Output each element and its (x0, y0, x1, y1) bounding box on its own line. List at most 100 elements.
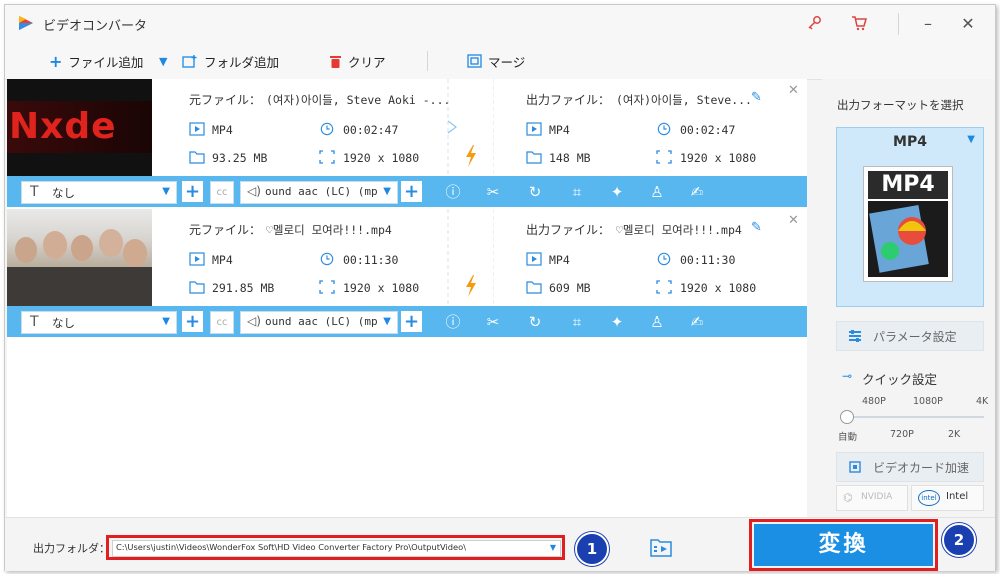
cart-icon[interactable] (850, 15, 868, 33)
info-icon[interactable]: ⓘ (443, 312, 463, 332)
convert-highlight: 変換 (749, 519, 938, 571)
video-thumbnail[interactable]: Nxde (7, 79, 152, 176)
effects-wand-icon[interactable]: ✦ (607, 312, 627, 332)
scissors-icon[interactable]: ✂ (483, 312, 503, 332)
output-filename: (여자)아이들, Steve... (616, 93, 752, 107)
bottom-bar: 出力フォルダ： C:\Users\justin\Videos\WonderFox… (5, 517, 995, 571)
thumbnail-text: Nxde (9, 106, 117, 147)
quality-label-720p: 720P (890, 429, 914, 440)
source-size: 291.85 MB (212, 281, 275, 295)
watermark-stamp-icon[interactable]: ♙ (647, 182, 667, 202)
audio-track-select[interactable]: ◁) ound aac (LC) (mp ▼ (240, 181, 398, 204)
intel-logo-icon: intel (918, 490, 940, 506)
clock-icon (657, 122, 671, 136)
subtitle-select[interactable]: T なし ▼ (21, 311, 177, 334)
speaker-icon: ◁) (247, 184, 261, 198)
output-resolution: 1920 x 1080 (680, 151, 757, 165)
source-duration: 00:02:47 (343, 123, 399, 137)
output-format: MP4 (549, 123, 570, 137)
quality-slider[interactable] (844, 416, 984, 418)
add-subtitle-button[interactable]: + (182, 181, 203, 202)
crop-icon[interactable]: ⌗ (567, 182, 587, 202)
audio-track-select[interactable]: ◁) ound aac (LC) (mp ▼ (240, 311, 398, 334)
remove-item-button[interactable]: ✕ (788, 83, 799, 98)
add-audio-button[interactable]: + (401, 311, 422, 332)
cc-icon[interactable]: cc (210, 311, 234, 334)
gpu-acceleration-button[interactable]: ビデオカード加速 (836, 452, 984, 482)
merge-label: マージ (488, 54, 526, 70)
folder-icon (526, 151, 542, 164)
output-path-highlight: C:\Users\justin\Videos\WonderFox Soft\HD… (106, 535, 565, 560)
settings-sliders-icon (849, 330, 861, 342)
minimize-button[interactable]: – (917, 13, 939, 35)
subtitle-value: なし (52, 186, 75, 200)
source-filename: ♡멜로디 모여라!!!.mp4 (266, 223, 392, 237)
clear-button[interactable]: クリア (329, 52, 386, 70)
edit-pencil-icon[interactable]: ✎ (751, 220, 762, 235)
rotate-icon[interactable]: ↻ (525, 312, 545, 332)
add-folder-button[interactable]: フォルダ追加 (182, 52, 279, 70)
app-title: ビデオコンバータ (43, 19, 148, 34)
open-folder-icon[interactable] (650, 537, 672, 557)
chevron-down-icon: ▼ (383, 316, 391, 327)
format-icon (189, 252, 205, 266)
step-badge-1: 1 (575, 532, 609, 566)
output-label: 出力ファイル： (526, 223, 611, 237)
source-duration: 00:11:30 (343, 253, 399, 267)
cc-icon[interactable]: cc (210, 181, 234, 204)
crop-icon[interactable]: ⌗ (567, 312, 587, 332)
key-icon[interactable] (805, 15, 823, 33)
add-audio-button[interactable]: + (401, 181, 422, 202)
chevron-down-icon: ▼ (549, 543, 556, 552)
resolution-icon (319, 150, 335, 164)
rotate-icon[interactable]: ↻ (525, 182, 545, 202)
output-resolution: 1920 x 1080 (680, 281, 757, 295)
item-toolbar: T なし ▼ + cc ◁) ound aac (LC) (mp ▼ + ⓘ ✂… (7, 306, 807, 337)
quality-label-1080p: 1080P (913, 396, 943, 407)
audio-value: ound aac (LC) (mp (265, 185, 378, 198)
source-resolution: 1920 x 1080 (343, 151, 420, 165)
nvidia-option[interactable]: ⌬ NVIDIA (836, 485, 908, 511)
quality-slider-handle[interactable] (840, 410, 854, 424)
add-file-dropdown[interactable]: ▼ (159, 52, 167, 70)
chevron-down-icon: ▼ (383, 186, 391, 197)
conversion-arrow (447, 209, 494, 306)
edit-pencil-icon[interactable]: ✎ (751, 90, 762, 105)
edit-icon[interactable]: ✍ (687, 312, 707, 332)
video-thumbnail[interactable] (7, 209, 152, 306)
title-bar: ビデオコンバータ – ✕ (5, 5, 995, 43)
file-item[interactable]: 元ファイル： ♡멜로디 모여라!!!.mp4 MP4 00:11:30 291.… (7, 209, 807, 337)
scissors-icon[interactable]: ✂ (483, 182, 503, 202)
lightning-icon (466, 145, 476, 167)
app-logo-icon (19, 16, 33, 30)
info-icon[interactable]: ⓘ (443, 182, 463, 202)
remove-item-button[interactable]: ✕ (788, 213, 799, 228)
file-item[interactable]: Nxde 元ファイル： (여자)아이들, Steve Aoki -... MP4… (7, 79, 807, 207)
intel-option[interactable]: intel Intel (911, 485, 984, 511)
format-selector[interactable]: MP4 ▼ MP4 (836, 127, 984, 307)
subtitle-select[interactable]: T なし ▼ (21, 181, 177, 204)
convert-button[interactable]: 変換 (754, 524, 933, 566)
clock-icon (320, 252, 334, 266)
watermark-stamp-icon[interactable]: ♙ (647, 312, 667, 332)
effects-wand-icon[interactable]: ✦ (607, 182, 627, 202)
output-path-select[interactable]: C:\Users\justin\Videos\WonderFox Soft\HD… (112, 540, 561, 557)
add-subtitle-button[interactable]: + (182, 311, 203, 332)
output-path-value: C:\Users\justin\Videos\WonderFox Soft\HD… (116, 542, 466, 552)
file-list: Nxde 元ファイル： (여자)아이들, Steve Aoki -... MP4… (7, 79, 807, 517)
output-size: 609 MB (549, 281, 591, 295)
plus-icon: + (49, 51, 63, 71)
item-toolbar: T なし ▼ + cc ◁) ound aac (LC) (mp ▼ + ⓘ ✂… (7, 176, 807, 207)
conversion-arrow (447, 79, 494, 176)
toolbar-separator (427, 51, 428, 71)
add-file-button[interactable]: + ファイル追加 (49, 51, 143, 71)
dropdown-arrow-icon: ▼ (159, 54, 168, 68)
quality-label-2k: 2K (948, 429, 961, 440)
parameter-settings-button[interactable]: パラメータ設定 (836, 321, 984, 351)
close-window-button[interactable]: ✕ (957, 13, 979, 35)
lightning-icon (466, 275, 476, 297)
format-icon (526, 122, 542, 136)
edit-icon[interactable]: ✍ (687, 182, 707, 202)
merge-button[interactable]: マージ (467, 52, 525, 70)
subtitle-value: なし (52, 316, 75, 330)
